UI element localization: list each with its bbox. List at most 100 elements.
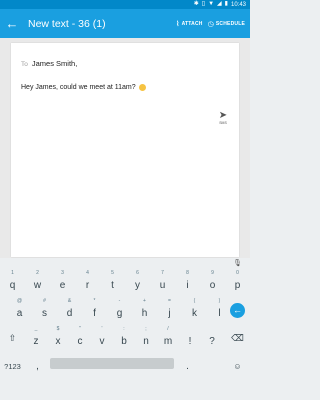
shift-key[interactable]: ⇧ <box>0 324 25 352</box>
key-label: n <box>143 335 149 347</box>
key-hint: ; <box>145 326 147 332</box>
key-?[interactable]: ? <box>201 324 223 352</box>
key-hint: 1 <box>11 270 14 276</box>
compose-area: To James Smith, Hey James, could we meet… <box>0 38 250 258</box>
key-m[interactable]: / m <box>157 324 179 352</box>
symbols-key[interactable]: ?123 <box>0 352 25 380</box>
key-i[interactable]: 8i <box>175 268 200 296</box>
key-hint: - <box>118 298 121 304</box>
to-label: To <box>21 61 28 68</box>
key-a[interactable]: @ a <box>7 296 32 324</box>
enter-arrow-icon: ← <box>230 302 245 318</box>
comma-key[interactable]: , <box>25 352 50 380</box>
key-o[interactable]: 9o <box>200 268 225 296</box>
schedule-button[interactable]: ◷ SCHEDULE <box>208 20 245 28</box>
key-hint: 4 <box>86 270 89 276</box>
key-hint: 7 <box>161 270 164 276</box>
key-hint: ' <box>101 326 103 332</box>
backspace-key[interactable]: ⌫ <box>225 324 250 352</box>
compose-card: To James Smith, Hey James, could we meet… <box>11 43 239 257</box>
key-t[interactable]: 5t <box>100 268 125 296</box>
key-hint: & <box>67 298 72 304</box>
key-label: i <box>186 279 189 291</box>
key-label: k <box>192 307 197 319</box>
key-hint: _ <box>34 326 38 332</box>
key-v[interactable]: ' v <box>91 324 113 352</box>
keyboard-row-4: ?123 , . ☺ <box>0 352 250 384</box>
key-e[interactable]: 3e <box>50 268 75 296</box>
send-label: SMS <box>219 121 227 125</box>
spacebar[interactable] <box>50 358 174 369</box>
key-y[interactable]: 6y <box>125 268 150 296</box>
attach-button[interactable]: ⌇ ATTACH <box>176 20 203 28</box>
key-hint: # <box>43 298 46 304</box>
key-hint: 0 <box>236 270 239 276</box>
keyboard-row-2: @ a # s & d * f - g + h = j(k) l ← <box>0 296 250 324</box>
status-bar: ✱ ▯ ▼ ◢ ▮ 10:43 <box>0 0 250 9</box>
key-hint: 6 <box>136 270 139 276</box>
key-r[interactable]: 4r <box>75 268 100 296</box>
key-![interactable]: ! <box>179 324 201 352</box>
key-label: b <box>121 335 127 347</box>
key-hint: @ <box>16 298 23 304</box>
key-g[interactable]: -g <box>107 296 132 324</box>
key-label: h <box>141 307 148 319</box>
key-h[interactable]: + h <box>132 296 157 324</box>
key-hint: 3 <box>61 270 64 276</box>
recipient-value[interactable]: James Smith, <box>32 59 77 68</box>
key-label: y <box>135 279 140 291</box>
key-label: o <box>209 279 216 291</box>
signal-icon: ◢ <box>217 1 222 7</box>
emoji-key[interactable]: ☺ <box>225 352 250 380</box>
key-label: l <box>218 307 221 319</box>
back-arrow-icon[interactable]: ← <box>0 9 24 38</box>
key-label: m <box>163 335 173 347</box>
key-label: x <box>55 335 61 347</box>
battery-icon: ▮ <box>224 1 228 7</box>
key-label: w <box>33 279 42 291</box>
keyboard: 🎙 1q2w3e4r5t6y7u8i9o0p @ a # s & d * f - g + h = j(k)… <box>0 258 250 400</box>
message-field[interactable]: Hey James, could we meet at 11am? <box>21 84 146 91</box>
key-hint: ( <box>193 298 196 304</box>
key-hint: 9 <box>211 270 214 276</box>
keyboard-row-3: ⇧ ⌫ _ z $ x " c ' v: b; n / m!? <box>0 324 250 352</box>
message-text: Hey James, could we meet at 11am? <box>21 84 136 91</box>
status-time: 10:43 <box>230 1 246 8</box>
enter-key[interactable]: ← <box>225 296 250 324</box>
bluetooth-icon: ✱ <box>193 1 199 7</box>
key-label: p <box>234 279 241 291</box>
microphone-icon[interactable]: 🎙 <box>233 259 242 267</box>
key-hint: = <box>168 298 171 304</box>
schedule-label: SCHEDULE <box>215 20 245 27</box>
recipient-field[interactable]: To James Smith, <box>21 59 77 68</box>
key-label: z <box>33 335 39 347</box>
key-n[interactable]: ; n <box>135 324 157 352</box>
send-button[interactable]: ➤ SMS <box>215 111 231 129</box>
key-label: ! <box>188 335 192 347</box>
key-hint: 5 <box>111 270 114 276</box>
key-hint: * <box>93 298 96 304</box>
period-key[interactable]: . <box>175 352 200 380</box>
key-label: u <box>159 279 166 291</box>
page-title: New text - 36 (1) <box>28 17 106 30</box>
attach-label: ATTACH <box>181 20 203 27</box>
key-hint: 2 <box>36 270 39 276</box>
key-label: q <box>9 279 16 291</box>
key-s[interactable]: # s <box>32 296 57 324</box>
key-w[interactable]: 2w <box>25 268 50 296</box>
key-f[interactable]: * f <box>82 296 107 324</box>
key-k[interactable]: (k <box>182 296 207 324</box>
key-hint: " <box>79 326 81 332</box>
key-label: d <box>66 307 73 319</box>
key-u[interactable]: 7u <box>150 268 175 296</box>
key-z[interactable]: _ z <box>25 324 47 352</box>
key-j[interactable]: = j <box>157 296 182 324</box>
key-label: v <box>99 335 105 347</box>
key-d[interactable]: & d <box>57 296 82 324</box>
key-hint: 8 <box>186 270 189 276</box>
key-q[interactable]: 1q <box>0 268 25 296</box>
key-p[interactable]: 0p <box>225 268 250 296</box>
key-x[interactable]: $ x <box>47 324 69 352</box>
key-b[interactable]: :b <box>113 324 135 352</box>
key-c[interactable]: " c <box>69 324 91 352</box>
